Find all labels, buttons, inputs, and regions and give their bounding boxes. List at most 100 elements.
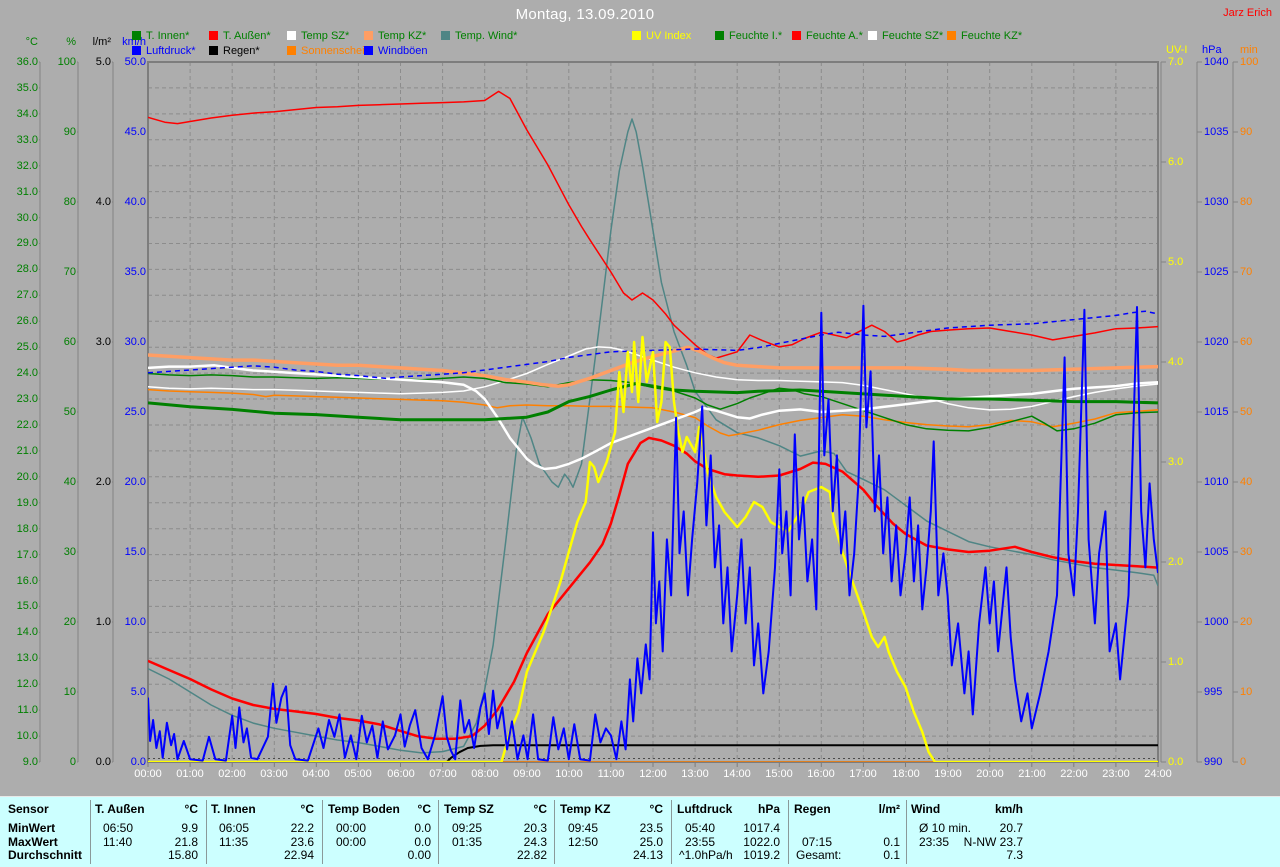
- celsius-tick-label: 15.0: [0, 600, 38, 612]
- celsius-tick-label: 12.0: [0, 678, 38, 690]
- celsius-tick-label: 21.0: [0, 445, 38, 457]
- min-tick-label: 10: [1240, 686, 1252, 698]
- legend-swatch-t-au-en: [209, 31, 218, 40]
- table-col-luftdruck-unit: hPa: [730, 803, 780, 816]
- table-separator: [554, 800, 555, 864]
- summary-table: SensorMinWertMaxWertDurchschnittT. Außen…: [0, 796, 1280, 867]
- celsius-tick-label: 35.0: [0, 82, 38, 94]
- legend-label: Temp. Wind*: [455, 30, 517, 42]
- avg-value: 7.3: [963, 849, 1023, 862]
- celsius-tick-label: 32.0: [0, 160, 38, 172]
- hpa-tick-label: 1000: [1204, 616, 1228, 628]
- celsius-tick-label: 23.0: [0, 393, 38, 405]
- uv-tick-label: 5.0: [1168, 256, 1183, 268]
- x-tick-label: 22:00: [1052, 768, 1096, 780]
- legend-swatch-feuchte-kz: [947, 31, 956, 40]
- legend-item-sonnenschein[interactable]: Sonnenschein: [287, 46, 371, 57]
- uv-tick-label: 7.0: [1168, 56, 1183, 68]
- celsius-tick-label: 26.0: [0, 315, 38, 327]
- legend-item-temp-sz[interactable]: Temp SZ*: [287, 31, 349, 42]
- x-tick-label: 16:00: [799, 768, 843, 780]
- min-time: 09:45: [568, 822, 598, 835]
- legend-item-feuchte-sz[interactable]: Feuchte SZ*: [868, 31, 943, 42]
- legend-item-feuchte-kz[interactable]: Feuchte KZ*: [947, 31, 1022, 42]
- legend-swatch-temp-kz: [364, 31, 373, 40]
- legend-item-uv-index[interactable]: UV Index: [632, 31, 691, 42]
- x-tick-label: 00:00: [126, 768, 170, 780]
- x-tick-label: 23:00: [1094, 768, 1138, 780]
- x-tick-label: 18:00: [884, 768, 928, 780]
- min-tick-label: 100: [1240, 56, 1258, 68]
- legend-item-temp-wind[interactable]: Temp. Wind*: [441, 31, 517, 42]
- table-col-t-au-en-name: T. Außen: [95, 803, 145, 816]
- x-tick-label: 02:00: [210, 768, 254, 780]
- legend-item-temp-kz[interactable]: Temp KZ*: [364, 31, 426, 42]
- hpa-tick-label: 1025: [1204, 266, 1228, 278]
- min-tick-label: 70: [1240, 266, 1252, 278]
- table-col-regen-name: Regen: [794, 803, 831, 816]
- table-col-temp-kz-unit: °C: [613, 803, 663, 816]
- hpa-tick-label: 1005: [1204, 546, 1228, 558]
- celsius-tick-label: 27.0: [0, 289, 38, 301]
- kmh-tick-label: 10.0: [104, 616, 146, 628]
- table-col-luftdruck-name: Luftdruck: [677, 803, 732, 816]
- kmh-tick-label: 20.0: [104, 476, 146, 488]
- min-value: 0.0: [371, 822, 431, 835]
- celsius-tick-label: 34.0: [0, 108, 38, 120]
- x-tick-label: 14:00: [715, 768, 759, 780]
- min-value: 22.2: [254, 822, 314, 835]
- avg-value: 22.82: [487, 849, 547, 862]
- legend-swatch-t-innen: [132, 31, 141, 40]
- hpa-tick-label: 1015: [1204, 406, 1228, 418]
- x-tick-label: 05:00: [336, 768, 380, 780]
- hpa-tick-label: 1030: [1204, 196, 1228, 208]
- table-separator: [788, 800, 789, 864]
- legend-item-windb-en[interactable]: Windböen: [364, 46, 428, 57]
- x-tick-label: 19:00: [926, 768, 970, 780]
- avg-value: 1019.2: [720, 849, 780, 862]
- uv-tick-label: 2.0: [1168, 556, 1183, 568]
- celsius-tick-label: 33.0: [0, 134, 38, 146]
- min-time: 05:40: [685, 822, 715, 835]
- kmh-tick-label: 0.0: [104, 756, 146, 768]
- table-row-label: Durchschnitt: [8, 849, 82, 862]
- avg-value: 15.80: [138, 849, 198, 862]
- avg-value: 24.13: [603, 849, 663, 862]
- legend-label: Luftdruck*: [146, 45, 196, 57]
- table-col-t-innen-unit: °C: [264, 803, 314, 816]
- table-separator: [906, 800, 907, 864]
- x-tick-label: 24:00: [1136, 768, 1180, 780]
- min-value: 23.5: [603, 822, 663, 835]
- x-tick-label: 07:00: [421, 768, 465, 780]
- table-separator: [438, 800, 439, 864]
- table-col-wind-unit: km/h: [973, 803, 1023, 816]
- x-tick-label: 17:00: [841, 768, 885, 780]
- avg-value: 0.00: [371, 849, 431, 862]
- legend-item-t-au-en[interactable]: T. Außen*: [209, 31, 271, 42]
- min-tick-label: 40: [1240, 476, 1252, 488]
- uv-tick-label: 6.0: [1168, 156, 1183, 168]
- kmh-tick-label: 30.0: [104, 336, 146, 348]
- x-tick-label: 13:00: [673, 768, 717, 780]
- legend-item-feuchte-a[interactable]: Feuchte A.*: [792, 31, 863, 42]
- x-tick-label: 09:00: [505, 768, 549, 780]
- uv-tick-label: 3.0: [1168, 456, 1183, 468]
- celsius-tick-label: 24.0: [0, 367, 38, 379]
- legend-item-t-innen[interactable]: T. Innen*: [132, 31, 189, 42]
- legend-item-feuchte-i[interactable]: Feuchte I.*: [715, 31, 782, 42]
- percent-tick-label: 70: [34, 266, 76, 278]
- table-col-regen-unit: l/m²: [850, 803, 900, 816]
- min-tick-label: 80: [1240, 196, 1252, 208]
- min-axis-header: min: [1240, 44, 1280, 56]
- legend-swatch-temp-sz: [287, 31, 296, 40]
- legend-swatch-uv-index: [632, 31, 641, 40]
- x-tick-label: 20:00: [968, 768, 1012, 780]
- chart-canvas: [0, 0, 1280, 796]
- celsius-tick-label: 36.0: [0, 56, 38, 68]
- x-tick-label: 03:00: [252, 768, 296, 780]
- x-tick-label: 04:00: [294, 768, 338, 780]
- percent-tick-label: 90: [34, 126, 76, 138]
- legend-item-luftdruck[interactable]: Luftdruck*: [132, 46, 196, 57]
- legend-swatch-feuchte-sz: [868, 31, 877, 40]
- legend-item-regen[interactable]: Regen*: [209, 46, 260, 57]
